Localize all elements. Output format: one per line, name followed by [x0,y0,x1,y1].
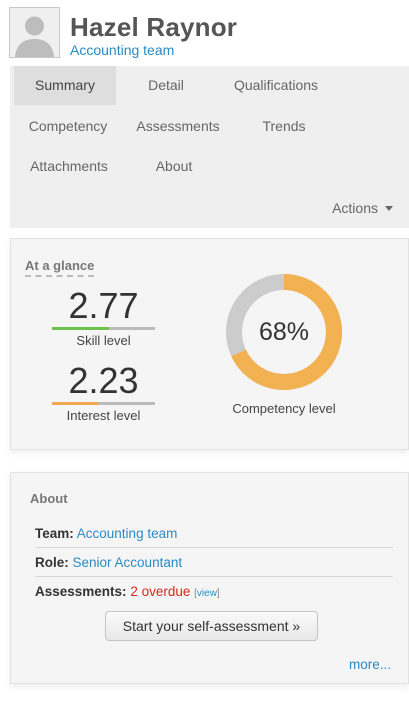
about-role-row: Role: Senior Accountant [35,548,393,577]
skill-level-value: 2.77 [68,285,139,326]
role-link[interactable]: Senior Accountant [73,555,183,570]
overdue-count: 2 overdue [130,584,191,599]
actions-label: Actions [332,200,378,216]
user-silhouette-icon [10,8,59,57]
tab-assessments[interactable]: Assessments [131,107,225,146]
skill-level-label: Skill level [76,333,131,348]
assessments-key: Assessments: [35,584,127,599]
tab-detail[interactable]: Detail [131,66,201,105]
tab-summary[interactable]: Summary [14,66,116,105]
tab-attachments[interactable]: Attachments [22,147,116,186]
about-team-row: Team: Accounting team [35,519,393,548]
interest-level-bar [52,402,155,405]
start-self-assessment-button[interactable]: Start your self-assessment » [105,611,318,641]
at-a-glance-card: At a glance 2.77 Skill level 2.23 Intere… [10,238,409,450]
tab-qualifications[interactable]: Qualifications [224,66,328,105]
skill-level-metric: 2.77 Skill level [52,288,155,348]
view-bracket-close: ] [216,588,220,599]
team-key: Team: [35,526,74,541]
glance-title: At a glance [25,258,95,277]
team-link[interactable]: Accounting team [77,526,178,541]
competency-level-label: Competency level [232,401,336,416]
skill-level-bar-fill [52,327,109,330]
interest-level-bar-fill [52,402,99,405]
about-card: About Team: Accounting team Role: Senior… [10,472,409,684]
tab-competency[interactable]: Competency [22,107,114,146]
competency-donut: 68% [226,274,342,390]
profile-nav: Summary Detail Qualifications Competency… [10,66,409,228]
actions-dropdown[interactable]: Actions [332,200,393,216]
view-assessments-link[interactable]: view [197,588,217,599]
about-title: About [30,491,68,506]
profile-header: Hazel Raynor Accounting team [9,7,400,59]
interest-level-value: 2.23 [68,360,139,401]
tab-about[interactable]: About [146,147,202,186]
user-name: Hazel Raynor [70,12,238,42]
competency-percent: 68% [258,317,310,346]
caret-down-icon [385,206,393,211]
avatar[interactable] [9,7,60,58]
user-team-link[interactable]: Accounting team [70,42,174,58]
interest-level-metric: 2.23 Interest level [52,363,155,423]
role-key: Role: [35,555,69,570]
interest-level-label: Interest level [66,408,141,423]
about-assessments-row: Assessments: 2 overdue [view] [35,577,393,606]
tab-trends[interactable]: Trends [252,107,316,146]
skill-level-bar [52,327,155,330]
more-link[interactable]: more... [349,657,391,672]
